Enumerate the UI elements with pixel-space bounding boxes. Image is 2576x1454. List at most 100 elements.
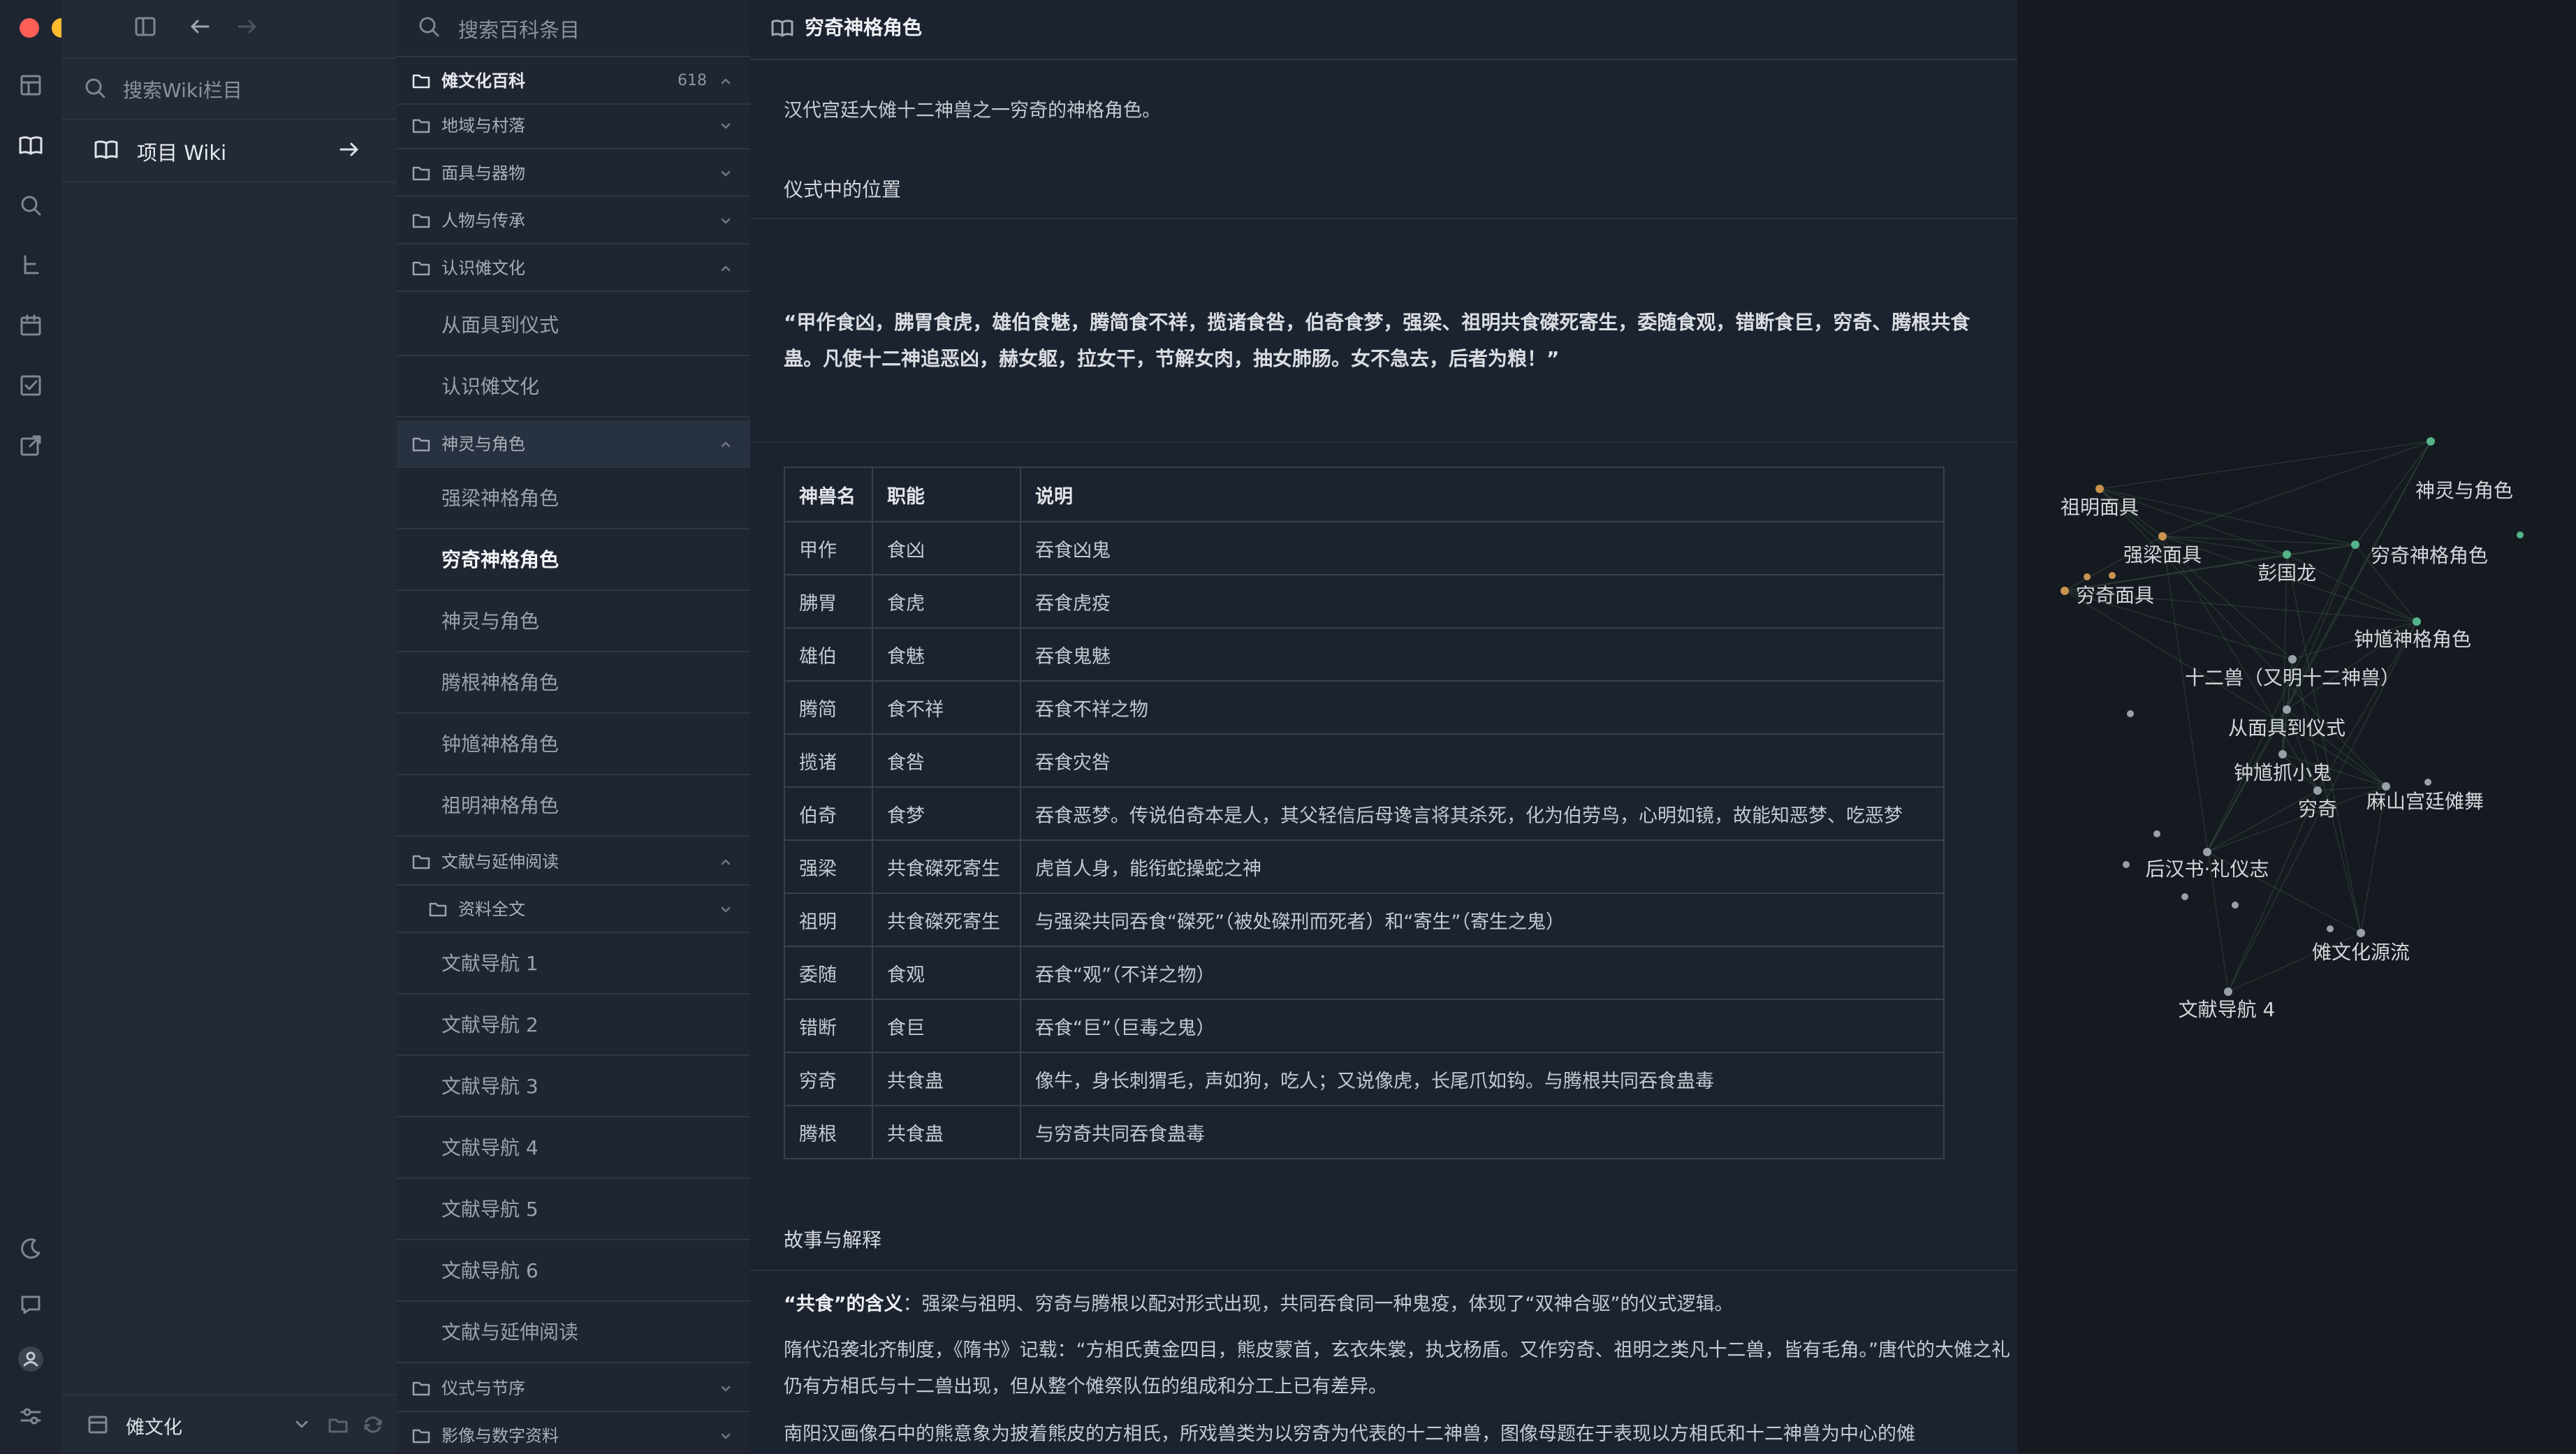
- article-view: 穷奇神格角色 汉代宫廷大傩十二神兽之一穷奇的神格角色。 仪式中的位置 “甲作食凶…: [750, 0, 2019, 1453]
- forward-arrow-icon[interactable]: [233, 13, 261, 41]
- tree-item[interactable]: 文献导航 3: [397, 1056, 750, 1117]
- dashboard-icon[interactable]: [17, 71, 45, 99]
- project-wiki-item[interactable]: 项目 Wiki: [61, 119, 397, 183]
- graph-node[interactable]: [2288, 655, 2297, 663]
- graph-node-dot[interactable]: [2424, 779, 2431, 786]
- graph-node[interactable]: [2095, 485, 2104, 493]
- tree-folder[interactable]: 文献与延伸阅读: [397, 838, 750, 886]
- graph-node-label[interactable]: 穷奇面具: [2076, 584, 2154, 607]
- graph-node-dot[interactable]: [2123, 861, 2130, 868]
- tree-root-folder[interactable]: 傩文化百科 618: [397, 57, 750, 105]
- knowledge-graph-panel[interactable]: 神灵与角色祖明面具强梁面具彭国龙 穷奇神格角色穷奇面具钟馗神格角色十二兽（又明十二…: [2017, 0, 2576, 1453]
- graph-node[interactable]: [2413, 617, 2421, 626]
- close-window-button[interactable]: [20, 18, 39, 38]
- tree-folder[interactable]: 神灵与角色: [397, 420, 750, 468]
- tree-item[interactable]: 从面具到仪式: [397, 295, 750, 356]
- tree-structure-icon[interactable]: [17, 251, 45, 279]
- comment-icon[interactable]: [17, 1291, 45, 1319]
- tree-folder[interactable]: 影像与数字资料: [397, 1412, 750, 1453]
- graph-node-label[interactable]: 穷奇神格角色: [2371, 544, 2488, 567]
- chevron-up-icon[interactable]: [719, 75, 732, 87]
- graph-node[interactable]: [2203, 848, 2211, 856]
- graph-node[interactable]: [2313, 786, 2322, 795]
- wiki-search-input[interactable]: 搜索Wiki栏目: [61, 57, 397, 120]
- graph-node-label[interactable]: 麻山宫廷傩舞: [2366, 790, 2484, 813]
- chevron-down-icon[interactable]: [289, 1412, 314, 1437]
- graph-node[interactable]: [2224, 987, 2232, 996]
- graph-node-dot[interactable]: [2153, 830, 2160, 837]
- graph-node-label[interactable]: 祖明面具: [2061, 496, 2139, 519]
- chevron-down-icon[interactable]: [719, 214, 732, 227]
- graph-node[interactable]: [2158, 532, 2167, 541]
- graph-node-dot[interactable]: [2181, 893, 2188, 900]
- graph-node[interactable]: [2283, 705, 2291, 714]
- graph-node[interactable]: [2427, 437, 2435, 446]
- graph-node-dot[interactable]: [2327, 925, 2334, 932]
- tree-item[interactable]: 认识傩文化: [397, 356, 750, 418]
- tree-item[interactable]: 文献导航 1: [397, 933, 750, 994]
- graph-node[interactable]: [2061, 587, 2069, 595]
- graph-node[interactable]: [2278, 750, 2287, 758]
- graph-node[interactable]: [2283, 550, 2291, 559]
- chevron-down-icon[interactable]: [719, 119, 732, 132]
- chevron-down-icon[interactable]: [719, 903, 732, 916]
- graph-node-dot[interactable]: [2232, 902, 2239, 909]
- sidebar-toggle-icon[interactable]: [131, 13, 159, 41]
- graph-node-dot[interactable]: [2127, 710, 2134, 717]
- tree-folder[interactable]: 仪式与节序: [397, 1365, 750, 1412]
- graph-node-dot[interactable]: [2517, 531, 2524, 538]
- tree-item[interactable]: 文献导航 4: [397, 1117, 750, 1179]
- graph-node-label[interactable]: 强梁面具: [2123, 543, 2202, 566]
- graph-node-label[interactable]: 彭国龙: [2257, 561, 2316, 585]
- settings-sliders-icon[interactable]: [17, 1402, 45, 1430]
- tree-folder[interactable]: 人物与传承: [397, 197, 750, 244]
- theme-moon-icon[interactable]: [17, 1235, 45, 1263]
- task-check-icon[interactable]: [17, 372, 45, 399]
- chevron-down-icon[interactable]: [719, 1430, 732, 1442]
- tree-folder[interactable]: 面具与器物: [397, 149, 750, 197]
- quote-line-1: “甲作食凶，胇胃食虎，雄伯食魅，腾简食不祥，揽诸食咎，伯奇食梦，强梁、祖明共食磔…: [784, 311, 1970, 334]
- back-arrow-icon[interactable]: [186, 13, 214, 41]
- graph-node[interactable]: [2357, 929, 2365, 937]
- workspace-selector[interactable]: 傩文化: [61, 1394, 397, 1454]
- calendar-icon[interactable]: [17, 311, 45, 339]
- graph-node-label[interactable]: 神灵与角色: [2415, 479, 2513, 502]
- tree-item[interactable]: 文献导航 5: [397, 1179, 750, 1240]
- new-folder-icon[interactable]: [325, 1412, 351, 1437]
- book-icon[interactable]: [17, 131, 45, 159]
- tree-item[interactable]: 文献导航 6: [397, 1240, 750, 1302]
- sync-icon[interactable]: [360, 1412, 386, 1437]
- tree-item[interactable]: 文献与延伸阅读: [397, 1302, 750, 1363]
- tree-folder[interactable]: 地域与村落: [397, 102, 750, 149]
- tree-folder[interactable]: 认识傩文化: [397, 244, 750, 292]
- graph-node-label[interactable]: 文献导航 4: [2179, 998, 2276, 1021]
- tree-item[interactable]: 腾根神格角色: [397, 652, 750, 714]
- chevron-down-icon[interactable]: [719, 1382, 732, 1395]
- tree-folder[interactable]: 资料全文: [397, 886, 750, 933]
- tree-item[interactable]: 钟馗神格角色: [397, 714, 750, 775]
- chevron-up-icon[interactable]: [719, 438, 732, 450]
- graph-node-label[interactable]: 傩文化源流: [2312, 941, 2410, 964]
- graph-node[interactable]: [2351, 541, 2359, 549]
- graph-node-label[interactable]: 从面具到仪式: [2228, 717, 2346, 740]
- chevron-down-icon[interactable]: [719, 167, 732, 179]
- graph-node-label[interactable]: 钟馗抓小鬼: [2234, 761, 2332, 784]
- tree-item[interactable]: 强梁神格角色: [397, 468, 750, 529]
- export-icon[interactable]: [17, 432, 45, 460]
- graph-node-label[interactable]: 穷奇: [2298, 798, 2337, 821]
- graph-node-label[interactable]: 十二兽（又明十二神兽）: [2185, 666, 2400, 689]
- tree-item[interactable]: 文献导航 2: [397, 994, 750, 1056]
- graph-node-dot[interactable]: [2109, 572, 2116, 579]
- graph-node-label[interactable]: 钟馗神格角色: [2354, 628, 2471, 651]
- tree-item[interactable]: 祖明神格角色: [397, 775, 750, 837]
- tree-item[interactable]: 神灵与角色: [397, 591, 750, 652]
- user-avatar-icon[interactable]: [17, 1345, 45, 1373]
- arrow-right-icon[interactable]: [335, 135, 363, 163]
- entry-search-input[interactable]: 搜索百科条目: [397, 0, 750, 57]
- tree-item[interactable]: 穷奇神格角色: [397, 529, 750, 591]
- graph-node-dot[interactable]: [2084, 573, 2091, 580]
- search-icon[interactable]: [17, 191, 45, 219]
- chevron-up-icon[interactable]: [719, 262, 732, 274]
- chevron-up-icon[interactable]: [719, 855, 732, 868]
- graph-node-label[interactable]: 后汉书·礼仪志: [2146, 858, 2269, 881]
